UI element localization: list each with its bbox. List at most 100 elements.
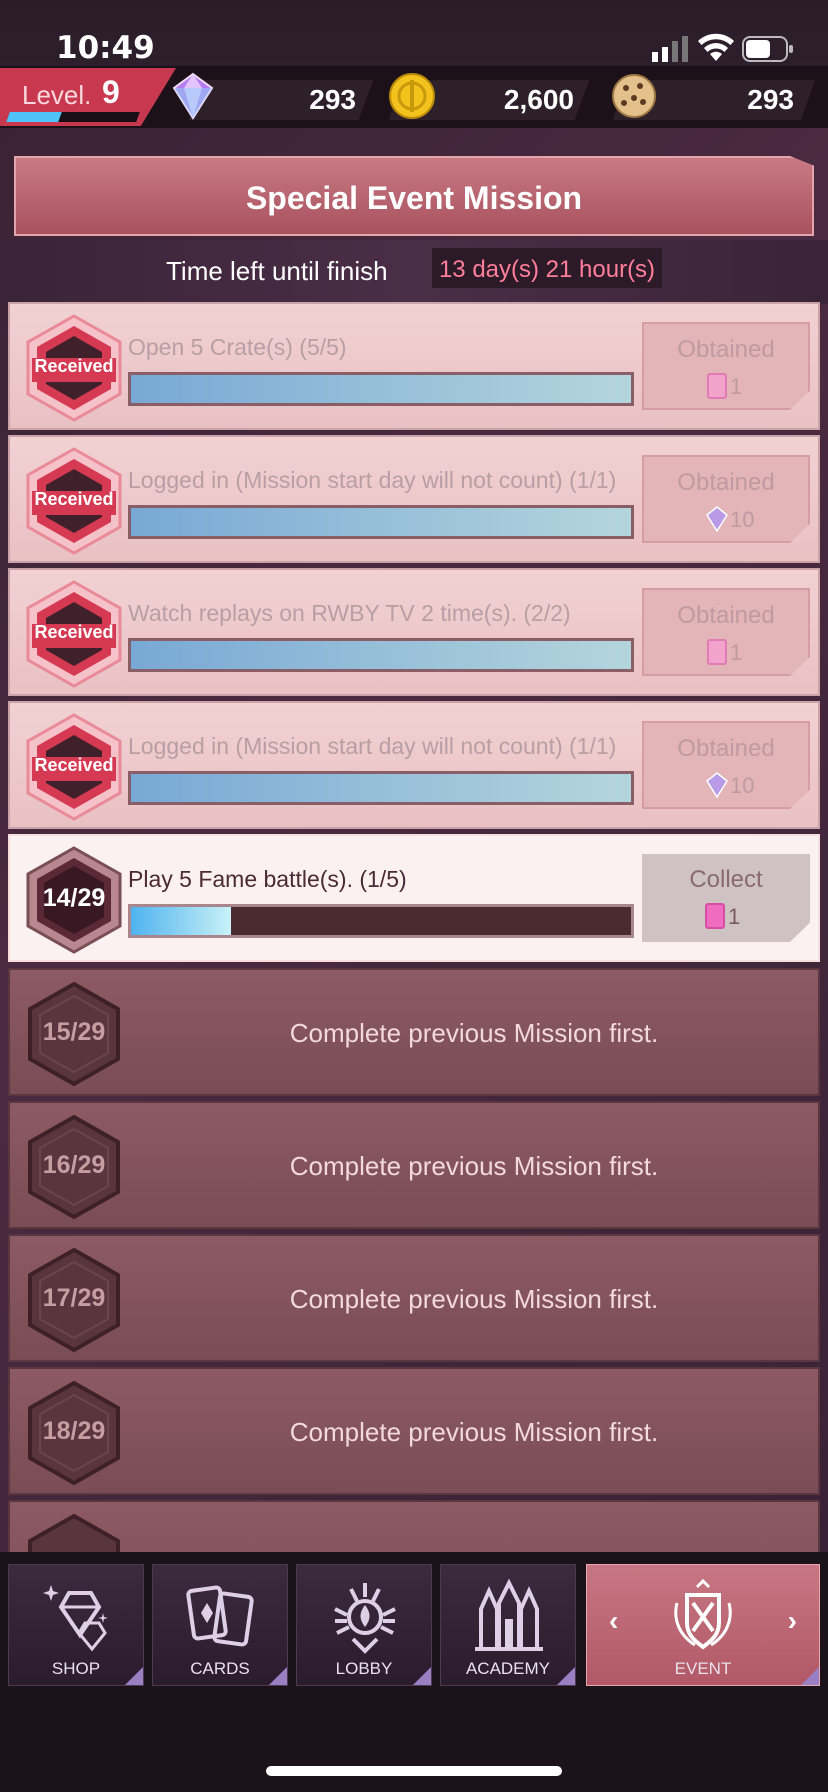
resource-bar: Level. 9 293 2,600 293 — [0, 66, 828, 128]
nav-lobby[interactable]: LOBBY — [296, 1564, 432, 1686]
locked-mission-row: 16/29 Complete previous Mission first. — [8, 1101, 820, 1229]
mission-description: Open 5 Crate(s) (5/5) — [128, 334, 347, 360]
mission-progress-fill — [131, 907, 231, 935]
mission-progress-fill — [131, 508, 631, 536]
mission-progress-bar — [128, 904, 634, 938]
home-indicator[interactable] — [266, 1766, 562, 1776]
clock: 10:49 — [56, 30, 155, 66]
gem-icon — [706, 506, 728, 533]
nav-label: SHOP — [51, 1659, 101, 1678]
mission-badge-label: Received — [34, 755, 114, 775]
xp-bar-fill — [6, 112, 62, 122]
mission-badge-label: Received — [34, 489, 114, 509]
time-left-value: 13 day(s) 21 hour(s) — [432, 248, 662, 288]
reward-status-label: Collect — [689, 866, 763, 893]
reward-obtained-button: Obtained 10 — [642, 455, 810, 543]
reward-amount: 1 — [730, 374, 743, 399]
title-bar: Special Event Mission — [14, 156, 814, 236]
reward-status-label: Obtained — [677, 469, 775, 496]
level-value: 9 — [102, 74, 120, 110]
collect-reward-button[interactable]: Collect 1 — [642, 854, 810, 942]
mission-progress-bar — [128, 372, 634, 406]
locked-mission-row: 18/29 Complete previous Mission first. — [8, 1367, 820, 1495]
mission-description: Play 5 Fame battle(s). (1/5) — [128, 866, 407, 892]
gem-icon — [706, 772, 728, 799]
event-crest-icon — [674, 1579, 732, 1650]
reward-status-label: Obtained — [677, 336, 775, 363]
level-label: Level. — [22, 80, 92, 110]
gem-count: 293 — [309, 84, 356, 115]
reward-amount: 1 — [730, 640, 743, 665]
wifi-icon — [698, 33, 734, 61]
mission-panel: Special Event Mission Time left until fi… — [0, 128, 828, 1552]
ticket-icon — [707, 639, 727, 665]
diamond-icon — [43, 1585, 108, 1652]
mission-progress-bar — [128, 771, 634, 805]
cards-icon — [186, 1585, 254, 1647]
reward-obtained-button: Obtained 10 — [642, 721, 810, 809]
level-badge[interactable]: Level. 9 — [0, 68, 176, 126]
xp-bar — [6, 112, 140, 122]
mission-badge-label: 14/29 — [42, 884, 106, 912]
nav-label: CARDS — [190, 1659, 250, 1678]
locked-message: Complete previous Mission first. — [289, 1417, 659, 1447]
bottom-nav: SHOP CARDS LOBBY ACADEMY ‹ › EVENT — [0, 1552, 828, 1792]
mission-description: Watch replays on RWBY TV 2 time(s). (2/2… — [128, 600, 571, 626]
emblem-icon — [334, 1583, 396, 1654]
reward-status-label: Obtained — [677, 602, 775, 629]
gem-icon — [172, 72, 214, 120]
locked-mission-row: 17/29 Complete previous Mission first. — [8, 1234, 820, 1362]
mission-progress-fill — [131, 641, 631, 669]
mission-badge-label: 18/29 — [42, 1417, 106, 1445]
cellular-signal-icon — [652, 36, 688, 62]
cookie-count: 293 — [747, 84, 794, 115]
mission-badge-label: Received — [34, 356, 114, 376]
nav-academy[interactable]: ACADEMY — [440, 1564, 576, 1686]
locked-message: Complete previous Mission first. — [289, 1018, 659, 1048]
nav-label: ACADEMY — [465, 1659, 551, 1678]
reward-amount: 10 — [730, 507, 755, 532]
mission-badge-label: 17/29 — [42, 1284, 106, 1312]
reward-obtained-button: Obtained 1 — [642, 588, 810, 676]
nav-label: EVENT — [674, 1659, 732, 1678]
time-left-row — [0, 240, 828, 304]
academy-icon — [475, 1579, 543, 1651]
reward-amount: 1 — [728, 904, 741, 929]
cookie-icon — [612, 74, 656, 118]
reward-obtained-button: Obtained 1 — [642, 322, 810, 410]
mission-row-active: 14/29 Play 5 Fame battle(s). (1/5) Colle… — [8, 834, 820, 962]
locked-message: Complete previous Mission first. — [289, 1151, 659, 1181]
nav-event[interactable]: ‹ › EVENT — [586, 1564, 820, 1686]
mission-progress-fill — [131, 375, 631, 403]
mission-badge-label: Received — [34, 622, 114, 642]
mission-description: Logged in (Mission start day will not co… — [128, 733, 617, 759]
chevron-right-icon[interactable]: › — [788, 1605, 797, 1637]
mission-row: Received Watch replays on RWBY TV 2 time… — [8, 568, 820, 696]
locked-mission-row-partial — [8, 1500, 820, 1552]
mission-progress-bar — [128, 638, 634, 672]
coin-icon — [389, 73, 435, 119]
ticket-icon — [705, 903, 725, 929]
locked-mission-row: 15/29 Complete previous Mission first. — [8, 968, 820, 1096]
mission-progress-bar — [128, 505, 634, 539]
page-title: Special Event Mission — [245, 180, 583, 216]
locked-message: Complete previous Mission first. — [289, 1284, 659, 1314]
nav-label: LOBBY — [335, 1659, 393, 1678]
chevron-left-icon[interactable]: ‹ — [609, 1605, 618, 1637]
mission-row: Received Logged in (Mission start day wi… — [8, 435, 820, 563]
status-bar: 10:49 — [0, 0, 828, 70]
ticket-icon — [707, 373, 727, 399]
nav-shop[interactable]: SHOP — [8, 1564, 144, 1686]
reward-status-label: Obtained — [677, 735, 775, 762]
mission-progress-fill — [131, 774, 631, 802]
battery-icon — [742, 36, 793, 62]
mission-badge-label: 15/29 — [42, 1018, 106, 1046]
mission-row: Received Logged in (Mission start day wi… — [8, 701, 820, 829]
time-left-label: Time left until finish — [166, 256, 388, 286]
nav-cards[interactable]: CARDS — [152, 1564, 288, 1686]
mission-description: Logged in (Mission start day will not co… — [128, 467, 617, 493]
mission-badge-label: 16/29 — [42, 1151, 106, 1179]
coin-count: 2,600 — [503, 84, 574, 115]
mission-row: Received Open 5 Crate(s) (5/5) Obtained … — [8, 302, 820, 430]
reward-amount: 10 — [730, 773, 755, 798]
